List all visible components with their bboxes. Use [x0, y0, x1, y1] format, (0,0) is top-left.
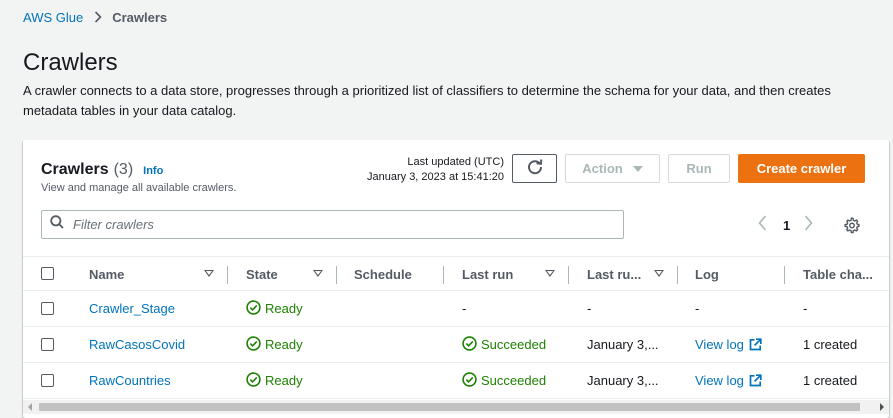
last-run-text: Succeeded	[481, 337, 547, 352]
caret-down-icon	[632, 165, 643, 172]
last-updated-value: January 3, 2023 at 15:41:20	[367, 171, 504, 183]
view-log-link[interactable]: View log	[695, 363, 762, 398]
select-all-checkbox[interactable]	[41, 267, 54, 280]
row-checkbox[interactable]	[41, 338, 54, 351]
external-link-icon	[749, 338, 762, 351]
column-table-changes[interactable]: Table cha...	[803, 257, 873, 291]
page-number[interactable]: 1	[783, 218, 790, 233]
breadcrumb-aws-glue-link[interactable]: AWS Glue	[23, 10, 83, 25]
column-name[interactable]: Name	[89, 257, 124, 291]
crawler-name-link[interactable]: RawCountries	[89, 363, 171, 398]
table-row: Crawler_Stage Ready - - - -	[23, 291, 889, 327]
column-divider[interactable]	[784, 266, 785, 284]
previous-page-icon[interactable]	[758, 214, 767, 236]
column-state[interactable]: State	[246, 257, 278, 291]
view-log-text: View log	[695, 337, 744, 352]
create-crawler-label: Create crawler	[756, 161, 847, 176]
column-divider[interactable]	[677, 266, 678, 284]
table-changes-cell: 1 created	[803, 373, 858, 388]
action-dropdown[interactable]: Action	[565, 154, 660, 183]
crawlers-panel: Crawlers (3) Info View and manage all av…	[23, 140, 889, 418]
column-divider[interactable]	[336, 266, 337, 284]
scroll-left-icon[interactable]	[28, 403, 32, 411]
filter-crawlers-input[interactable]	[73, 217, 593, 232]
column-last-run-time[interactable]: Last ru...	[587, 257, 641, 291]
external-link-icon	[749, 374, 762, 387]
panel-subtitle: View and manage all available crawlers.	[41, 182, 237, 194]
state-cell: Ready	[246, 327, 303, 362]
view-log-link[interactable]: View log	[695, 327, 762, 362]
row-checkbox[interactable]	[41, 374, 54, 387]
last-run-time-cell: January 3,...	[587, 337, 659, 352]
status-ok-icon	[246, 371, 265, 390]
log-cell: -	[695, 301, 700, 316]
table-row: RawCountries Ready Succeeded January 3,.…	[23, 363, 889, 399]
state-text: Ready	[265, 373, 303, 388]
run-label: Run	[686, 161, 712, 176]
status-ok-icon	[462, 371, 481, 390]
column-schedule[interactable]: Schedule	[354, 257, 412, 291]
status-ok-icon	[462, 335, 481, 354]
filter-box	[41, 210, 624, 239]
page-title: Crawlers	[23, 49, 118, 76]
search-icon	[50, 215, 64, 234]
run-button[interactable]: Run	[668, 154, 730, 183]
last-run-cell: -	[462, 301, 467, 316]
table-changes-cell: -	[803, 301, 808, 316]
page-description: A crawler connects to a data store, prog…	[23, 83, 831, 118]
crawler-count: (3)	[113, 161, 134, 178]
sort-icon[interactable]	[545, 270, 555, 277]
state-cell: Ready	[246, 291, 303, 326]
column-divider[interactable]	[227, 266, 228, 284]
breadcrumb: AWS Glue Crawlers	[23, 9, 167, 25]
gear-icon[interactable]	[843, 217, 860, 239]
crawlers-table: Name State Schedule Last run Last ru... …	[23, 256, 889, 399]
action-label: Action	[582, 161, 623, 176]
scroll-right-icon[interactable]	[880, 403, 884, 411]
state-text: Ready	[265, 337, 303, 352]
sort-icon[interactable]	[654, 270, 664, 277]
horizontal-scrollbar[interactable]	[23, 400, 889, 414]
pagination: 1	[758, 214, 813, 236]
row-checkbox[interactable]	[41, 302, 54, 315]
chevron-right-icon	[94, 11, 102, 23]
column-divider[interactable]	[568, 266, 569, 284]
table-changes-cell: 1 created	[803, 337, 858, 352]
info-link[interactable]: Info	[143, 161, 163, 181]
table-row: RawCasosCovid Ready Succeeded January 3,…	[23, 327, 889, 363]
status-ok-icon	[246, 299, 265, 318]
last-updated: Last updated (UTC) January 3, 2023 at 15…	[353, 155, 504, 185]
scrollbar-thumb[interactable]	[39, 403, 860, 411]
status-ok-icon	[246, 335, 265, 354]
column-divider[interactable]	[443, 266, 444, 284]
column-last-run[interactable]: Last run	[462, 257, 513, 291]
last-run-cell: Succeeded	[462, 363, 546, 398]
last-run-time-cell: -	[587, 301, 592, 316]
crawler-name-link[interactable]: RawCasosCovid	[89, 327, 185, 362]
refresh-button[interactable]	[512, 154, 557, 183]
last-updated-label: Last updated (UTC)	[407, 156, 504, 168]
breadcrumb-current: Crawlers	[112, 9, 168, 25]
state-text: Ready	[265, 301, 303, 316]
sort-icon[interactable]	[204, 270, 214, 277]
last-run-text: Succeeded	[481, 373, 547, 388]
last-run-time-cell: January 3,...	[587, 373, 659, 388]
panel-header: Crawlers (3) Info	[41, 160, 163, 181]
last-run-cell: Succeeded	[462, 327, 546, 362]
table-header: Name State Schedule Last run Last ru... …	[23, 256, 889, 291]
sort-icon[interactable]	[313, 270, 323, 277]
state-cell: Ready	[246, 363, 303, 398]
refresh-icon	[526, 158, 544, 179]
create-crawler-button[interactable]: Create crawler	[738, 154, 865, 183]
view-log-text: View log	[695, 373, 744, 388]
next-page-icon[interactable]	[804, 214, 813, 236]
crawler-name-link[interactable]: Crawler_Stage	[89, 291, 175, 326]
panel-title: Crawlers	[41, 161, 109, 178]
column-log[interactable]: Log	[695, 257, 719, 291]
